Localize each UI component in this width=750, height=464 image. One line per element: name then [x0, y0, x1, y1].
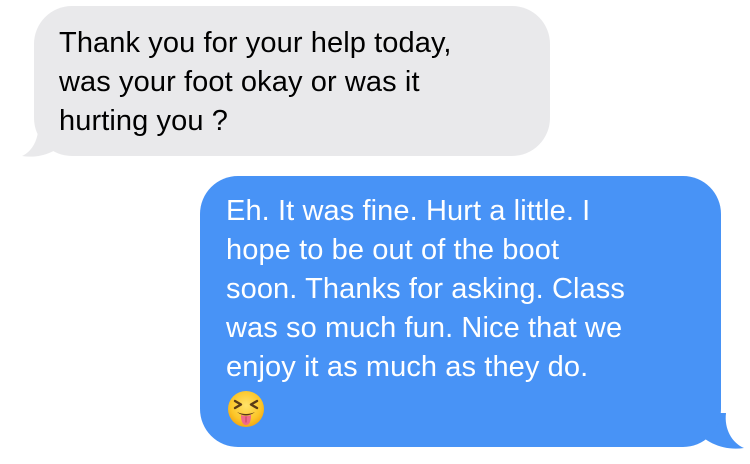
message-text-line: was your foot okay or was it — [59, 66, 420, 98]
outgoing-message-bubble[interactable]: Eh. It was fine. Hurt a little. I hope t… — [200, 176, 721, 447]
incoming-message-bubble[interactable]: Thank you for your help today, was your … — [34, 6, 550, 156]
message-text-line: soon. Thanks for asking. Class — [226, 273, 625, 305]
squinting-face-with-tongue-icon — [226, 389, 266, 429]
message-text-line: was so much fun. Nice that we — [226, 312, 623, 344]
message-text-line: hope to be out of the boot — [226, 234, 560, 266]
message-text-line: enjoy it as much as they do. — [226, 351, 589, 383]
message-text-line: Thank you for your help today, — [59, 27, 452, 59]
message-text-line: hurting you ? — [59, 105, 228, 137]
message-text-line: Eh. It was fine. Hurt a little. I — [226, 195, 591, 227]
